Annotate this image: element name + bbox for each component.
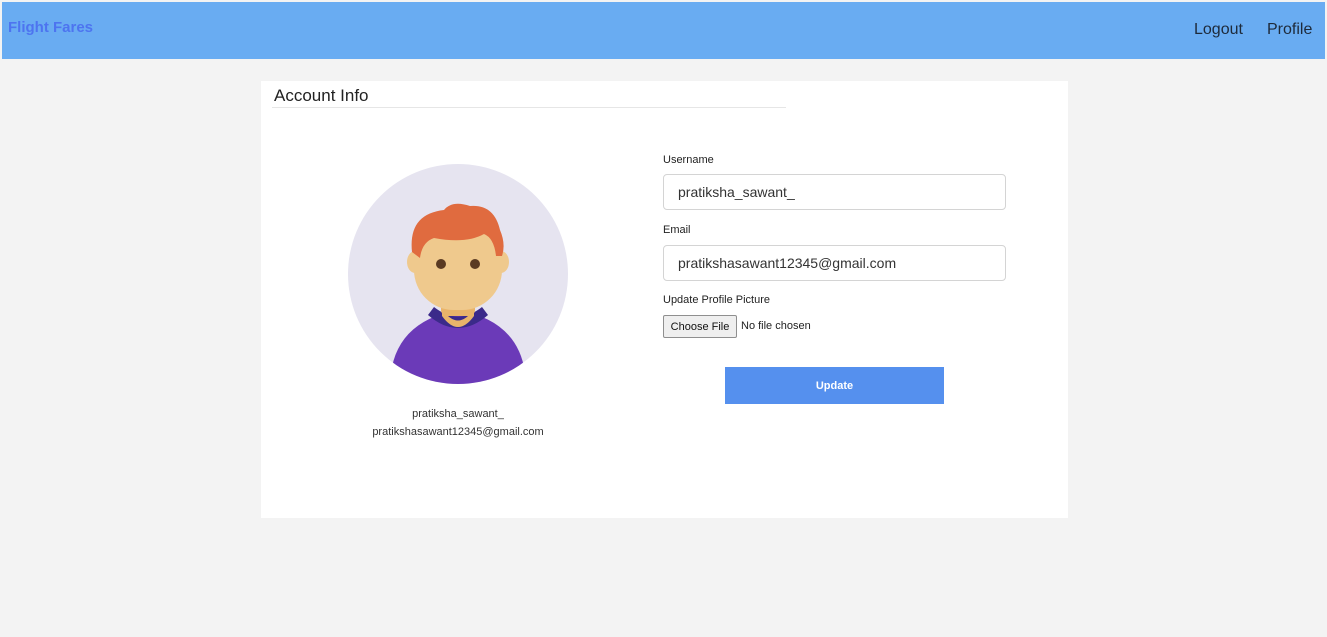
title-divider [272,107,786,108]
profile-link[interactable]: Profile [1267,21,1312,39]
brand-logo-link[interactable]: Flight Fares [8,19,93,36]
logout-link[interactable]: Logout [1194,21,1243,39]
username-input[interactable] [663,174,1006,210]
email-input[interactable] [663,245,1006,281]
file-status-text: No file chosen [741,320,811,332]
email-label: Email [663,224,691,236]
username-label: Username [663,154,714,166]
user-avatar-icon [348,164,568,384]
top-navbar: Flight Fares Logout Profile [2,2,1325,59]
update-button[interactable]: Update [725,367,944,404]
choose-file-button[interactable]: Choose File [663,315,737,338]
avatar-email: pratikshasawant12345@gmail.com [372,426,544,438]
account-info-card: Account Info pratiksha_sawant_ pratiksha… [261,81,1068,518]
profile-picture-label: Update Profile Picture [663,294,770,306]
page-title: Account Info [274,86,369,105]
avatar-username: pratiksha_sawant_ [412,408,504,420]
